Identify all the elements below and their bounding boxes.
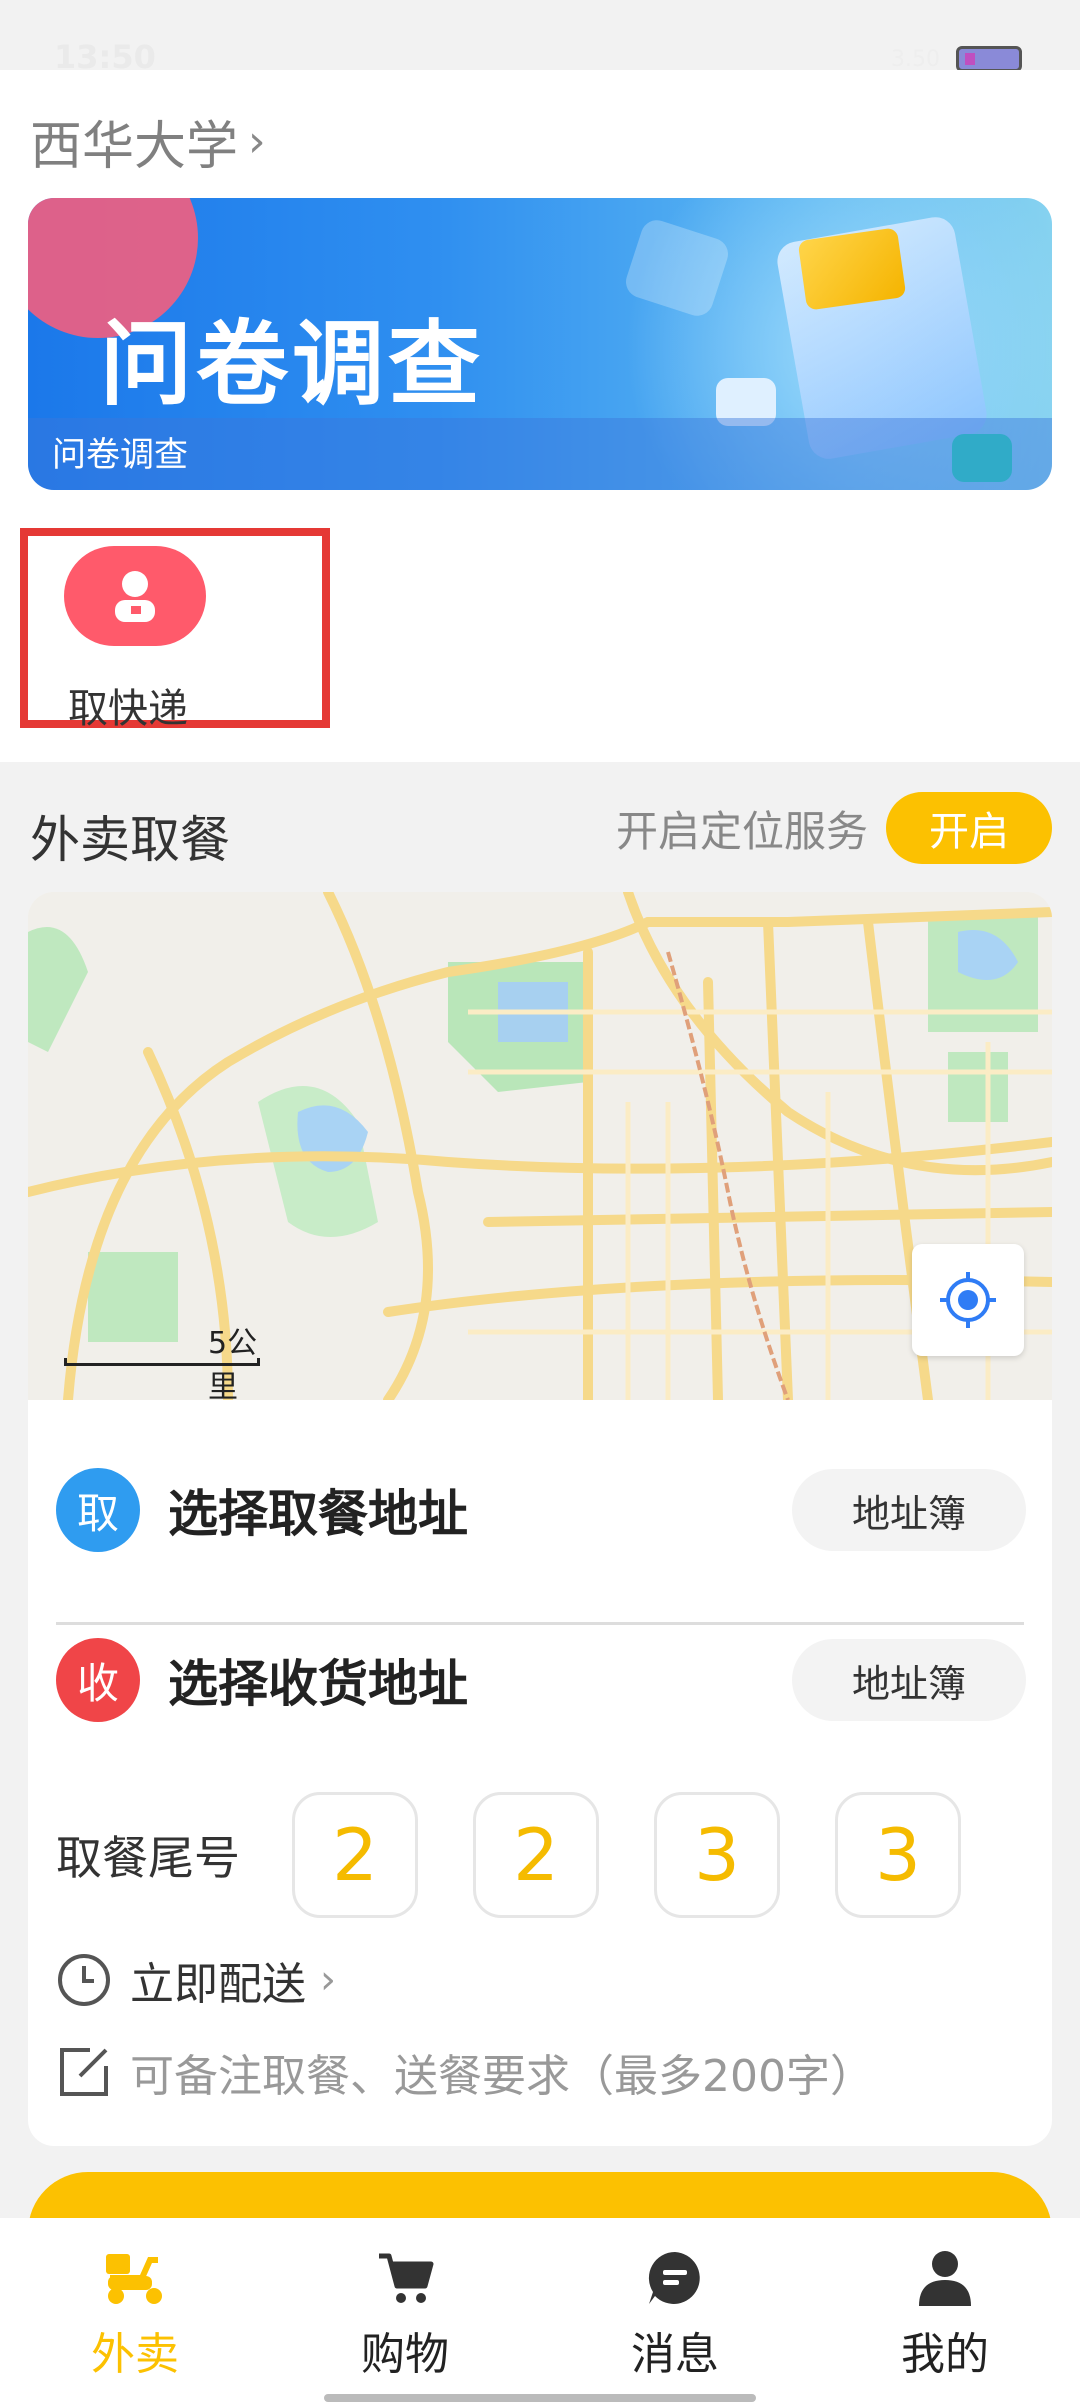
location-selector[interactable]: 西华大学 › xyxy=(30,104,266,179)
tab-label: 消息 xyxy=(631,2329,719,2380)
pickup-tail-number: 取餐尾号 2 2 3 3 xyxy=(56,1792,1016,1918)
enable-location-button[interactable]: 开启 xyxy=(886,792,1052,864)
network-speed: 3.50 xyxy=(891,46,940,72)
tab-label: 我的 xyxy=(901,2329,989,2380)
form-divider xyxy=(56,1622,1024,1625)
pickup-address-row[interactable]: 取 选择取餐地址 地址簿 xyxy=(56,1460,1026,1560)
status-bar: 13:50 3.50 xyxy=(0,0,1080,76)
banner-caption: 问卷调查 xyxy=(52,435,188,475)
delivery-time-option[interactable]: 立即配送 › xyxy=(56,1948,336,2012)
pickup-address-book-button[interactable]: 地址簿 xyxy=(792,1469,1026,1551)
pickup-address-label: 选择取餐地址 xyxy=(168,1485,468,1543)
home-indicator[interactable] xyxy=(324,2394,756,2402)
section-title: 外卖取餐 xyxy=(30,811,230,869)
banner-title: 问卷调查 xyxy=(100,311,485,418)
courier-person-icon xyxy=(64,546,206,646)
tab-label: 购物 xyxy=(361,2329,449,2380)
quick-action-courier[interactable]: 取快递 xyxy=(20,528,330,732)
status-icons: 3.50 xyxy=(891,46,1022,72)
chevron-right-icon: › xyxy=(320,1957,336,2003)
delivery-address-label: 选择收货地址 xyxy=(168,1655,468,1713)
message-icon xyxy=(642,2248,708,2308)
cart-icon xyxy=(372,2248,438,2308)
tab-shopping[interactable]: 购物 xyxy=(270,2218,540,2408)
quick-action-label: 取快递 xyxy=(68,686,188,732)
delivery-badge: 收 xyxy=(56,1638,140,1722)
location-service-prompt: 开启定位服务 开启 xyxy=(616,792,1052,864)
survey-banner[interactable]: 问卷调查 问卷调查 xyxy=(28,198,1052,490)
delivery-address-book-button[interactable]: 地址簿 xyxy=(792,1639,1026,1721)
tab-label: 外卖 xyxy=(91,2329,179,2380)
bottom-tab-bar: 外卖 购物 消息 我的 xyxy=(0,2218,1080,2408)
delivery-address-row[interactable]: 收 选择收货地址 地址簿 xyxy=(56,1630,1026,1730)
profile-icon xyxy=(912,2248,978,2308)
tab-profile[interactable]: 我的 xyxy=(810,2218,1080,2408)
tail-digit[interactable]: 2 xyxy=(292,1792,418,1918)
tail-digit[interactable]: 3 xyxy=(835,1792,961,1918)
battery-icon xyxy=(956,46,1022,72)
locate-target-icon[interactable] xyxy=(912,1244,1024,1356)
edit-icon xyxy=(56,2044,112,2100)
map-view[interactable]: 5公里 xyxy=(28,892,1052,1405)
note-placeholder: 可备注取餐、送餐要求（最多200字） xyxy=(130,2051,874,2102)
pickup-badge: 取 xyxy=(56,1468,140,1552)
order-form: 5公里 取 选择取餐地址 地址簿 收 选择收货地址 地址簿 取餐尾号 2 2 3… xyxy=(28,892,1052,2146)
tail-number-label: 取餐尾号 xyxy=(56,1831,240,1885)
scooter-icon xyxy=(102,2248,168,2308)
map-scale-bar xyxy=(64,1358,260,1366)
map-tiles xyxy=(28,892,1052,1400)
delivery-time-label: 立即配送 xyxy=(130,1959,306,2010)
tail-digit[interactable]: 2 xyxy=(473,1792,599,1918)
note-input[interactable]: 可备注取餐、送餐要求（最多200字） xyxy=(56,2040,874,2104)
tab-takeout[interactable]: 外卖 xyxy=(0,2218,270,2408)
location-name: 西华大学 xyxy=(30,117,239,177)
chevron-right-icon: › xyxy=(248,116,266,167)
banner-card-illustration xyxy=(797,227,907,311)
clock-icon xyxy=(56,1952,112,2008)
tail-digit[interactable]: 3 xyxy=(654,1792,780,1918)
location-hint: 开启定位服务 xyxy=(615,806,868,856)
tab-messages[interactable]: 消息 xyxy=(540,2218,810,2408)
